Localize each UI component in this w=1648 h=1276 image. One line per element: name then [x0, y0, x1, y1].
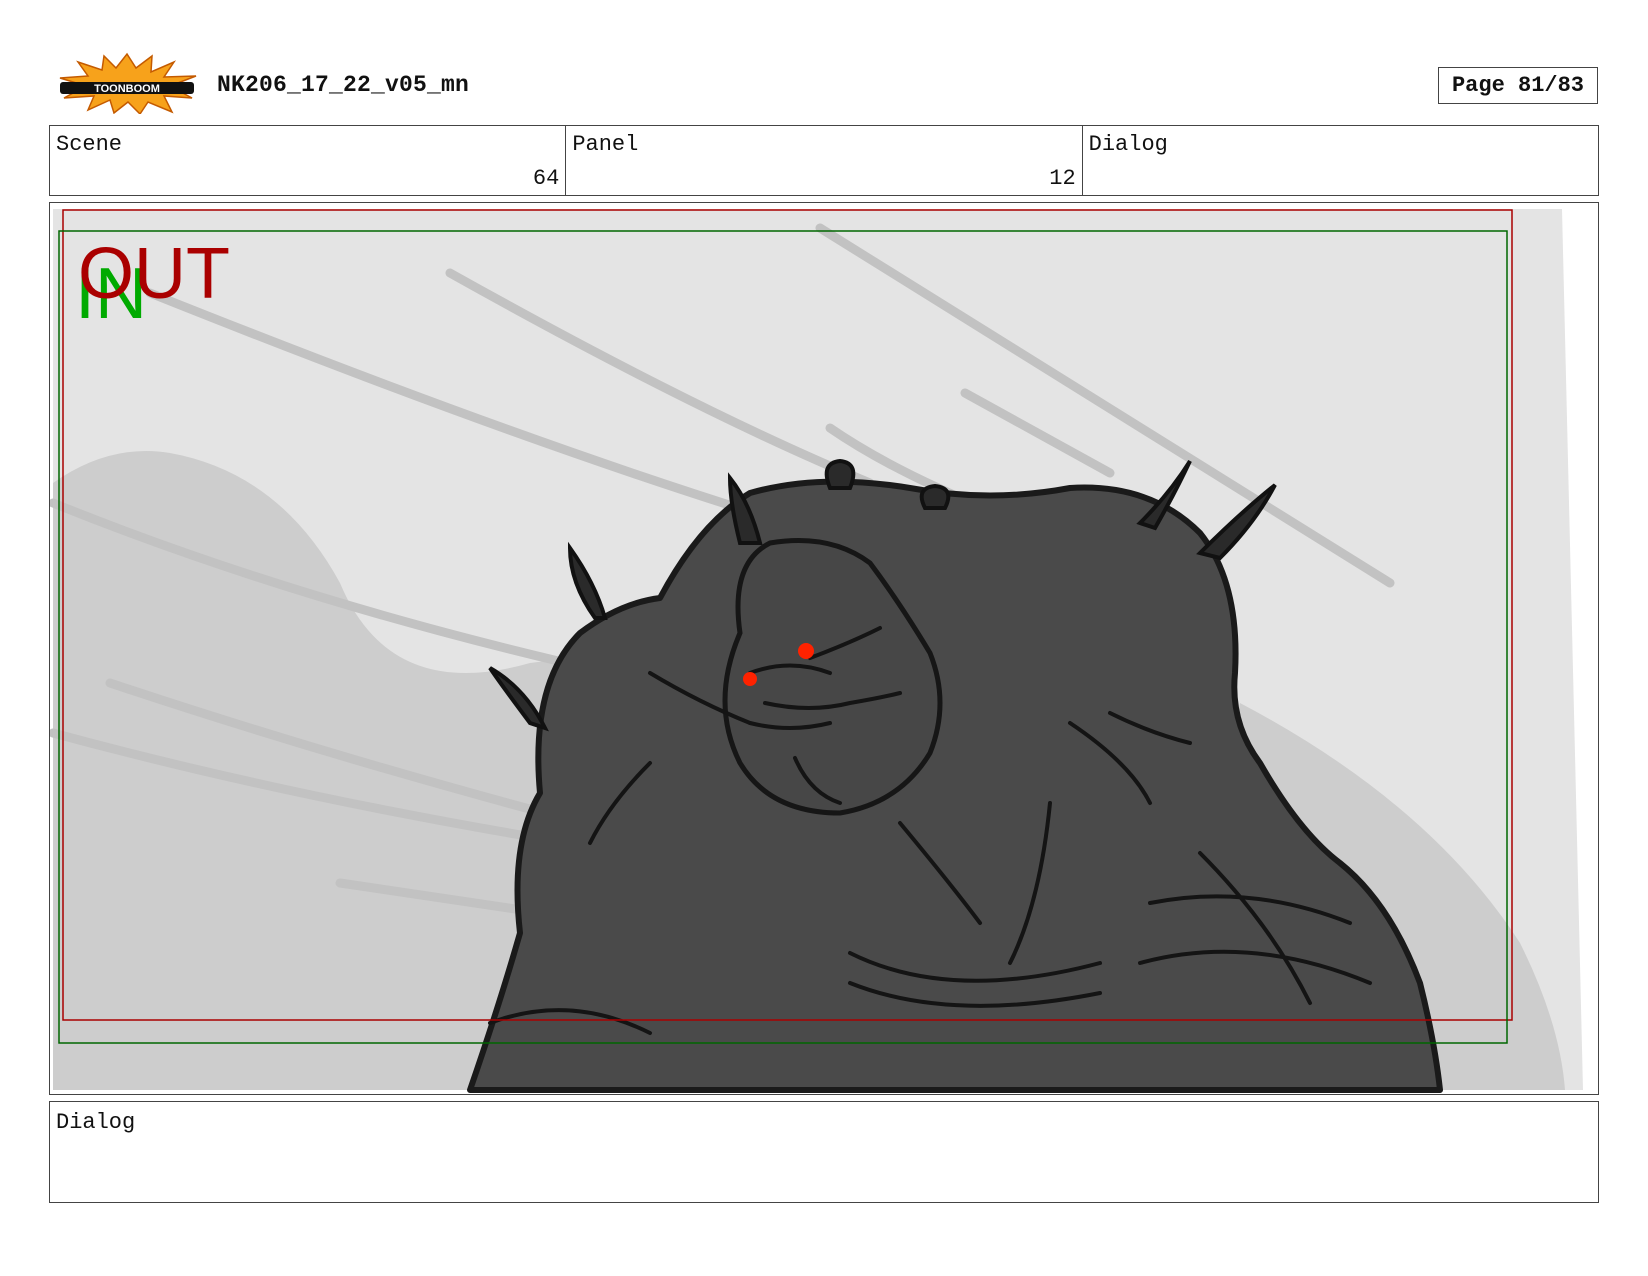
- info-row: Scene 64 Panel 12 Dialog: [49, 125, 1599, 196]
- scene-cell: Scene 64: [50, 126, 567, 195]
- dialog-label: Dialog: [56, 1110, 136, 1135]
- dialog-cell: Dialog: [1083, 126, 1598, 195]
- storyboard-panel: IN OUT: [49, 202, 1599, 1095]
- logo-text: TOONBOOM: [94, 83, 160, 95]
- panel-cell: Panel 12: [566, 126, 1083, 195]
- scene-value: 64: [532, 166, 560, 191]
- dialog-box: Dialog: [49, 1101, 1599, 1203]
- out-marker: OUT: [78, 234, 230, 314]
- right-eye: [798, 643, 814, 659]
- panel-artwork: IN OUT: [50, 209, 1583, 1093]
- document-title: NK206_17_22_v05_mn: [217, 72, 470, 98]
- panel-label: Panel: [572, 132, 639, 157]
- scene-label: Scene: [56, 132, 123, 157]
- panel-value: 12: [1049, 166, 1076, 191]
- dialog-cell-label: Dialog: [1088, 132, 1168, 157]
- toonboom-logo: TOONBOOM: [56, 52, 198, 116]
- page-indicator: Page 81/83: [1438, 67, 1598, 104]
- left-eye: [743, 672, 757, 686]
